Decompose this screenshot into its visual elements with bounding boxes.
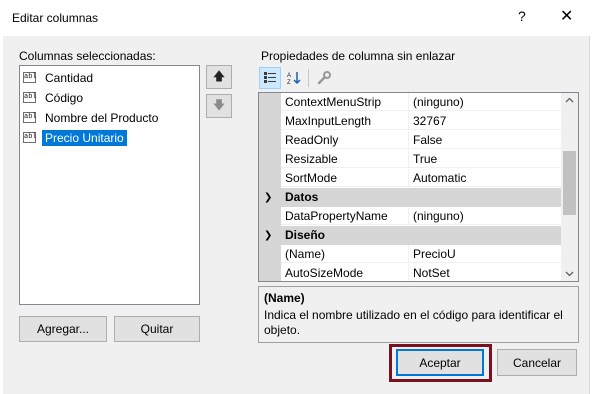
list-item-label: Precio Unitario (42, 129, 127, 146)
category-label: Datos (285, 190, 319, 204)
property-value[interactable]: Automatic (409, 169, 561, 187)
add-button-label: Agregar... (36, 322, 90, 336)
grid-row[interactable]: Resizable True (259, 150, 561, 169)
grid-gutter (259, 93, 281, 112)
list-item-label: Nombre del Producto (45, 110, 159, 125)
wrench-glyph (317, 71, 331, 85)
property-name: (Name) (281, 245, 409, 263)
scrollbar-thumb[interactable] (563, 151, 576, 215)
property-value[interactable]: False (409, 131, 561, 149)
cancel-button-label: Cancelar (512, 355, 562, 370)
textbox-column-icon: abl (23, 92, 37, 103)
move-down-button[interactable]: 🡇 (206, 94, 232, 118)
collapse-chevron-icon[interactable]: ❯ (264, 226, 272, 245)
property-name: AutoSizeMode (281, 264, 409, 281)
property-grid[interactable]: ContextMenuStrip (ninguno) MaxInputLengt… (258, 92, 579, 282)
list-item-nombre-producto[interactable]: abl Nombre del Producto (23, 108, 161, 127)
property-name: MaxInputLength (281, 112, 409, 130)
background-window-edge-right (589, 36, 597, 394)
ok-button-label: Aceptar (419, 355, 461, 370)
grid-gutter (259, 112, 281, 131)
toolbar-separator (308, 69, 309, 87)
categorized-glyph (264, 72, 276, 83)
grid-row[interactable]: ReadOnly False (259, 131, 561, 150)
cancel-button[interactable]: Cancelar (497, 349, 577, 376)
grid-gutter (259, 169, 281, 188)
list-item-codigo[interactable]: abl Código (23, 88, 86, 107)
grid-row[interactable]: MaxInputLength 32767 (259, 112, 561, 131)
grid-row[interactable]: DataPropertyName (ninguno) (259, 207, 561, 226)
scroll-down-icon[interactable] (565, 271, 574, 277)
textbox-column-icon: abl (23, 132, 37, 143)
property-value[interactable]: True (409, 150, 561, 168)
property-value[interactable]: PrecioU (409, 245, 561, 263)
grid-row[interactable]: AutoSizeMode NotSet (259, 264, 561, 281)
unbound-properties-label: Propiedades de columna sin enlazar (261, 49, 456, 63)
property-pages-icon[interactable] (313, 67, 335, 89)
grid-gutter (259, 131, 281, 150)
description-text: Indica el nombre utilizado en el código … (264, 308, 563, 337)
grid-gutter (259, 150, 281, 169)
alphabetical-icon[interactable]: A Z (283, 67, 305, 89)
categorized-icon[interactable] (259, 67, 281, 89)
grid-row[interactable]: ContextMenuStrip (ninguno) (259, 93, 561, 112)
category-label: Diseño (285, 228, 326, 242)
remove-button-label: Quitar (140, 322, 174, 336)
grid-gutter (259, 207, 281, 226)
property-value[interactable]: 32767 (409, 112, 561, 130)
property-name: SortMode (281, 169, 409, 187)
grid-row[interactable]: SortMode Automatic (259, 169, 561, 188)
alphabetical-glyph: A Z (287, 72, 301, 85)
list-item-label: Código (45, 90, 84, 105)
collapse-chevron-icon[interactable]: ❯ (264, 188, 272, 207)
property-name: ContextMenuStrip (281, 93, 409, 111)
property-name: Resizable (281, 150, 409, 168)
property-value[interactable]: NotSet (409, 264, 561, 281)
arrow-down-icon: 🡇 (212, 97, 226, 112)
description-title: (Name) (264, 291, 305, 305)
list-item-label: Cantidad (45, 70, 94, 85)
scroll-up-icon[interactable] (565, 97, 574, 103)
category-diseno[interactable]: ❯ Diseño (259, 226, 561, 245)
category-datos[interactable]: ❯ Datos (259, 188, 561, 207)
arrow-up-icon: 🡅 (212, 68, 226, 83)
property-name: DataPropertyName (281, 207, 409, 225)
textbox-column-icon: abl (23, 112, 37, 123)
grid-scrollbar[interactable] (561, 93, 578, 281)
textbox-column-icon: abl (23, 72, 37, 83)
add-button[interactable]: Agregar... (19, 316, 107, 342)
grid-gutter (259, 245, 281, 264)
ok-button[interactable]: Aceptar (396, 349, 484, 376)
list-item-precio-unitario[interactable]: abl Precio Unitario (23, 128, 127, 147)
background-window-edge (0, 36, 3, 394)
property-name: ReadOnly (281, 131, 409, 149)
grid-gutter (259, 264, 281, 281)
help-button[interactable]: ? (518, 8, 526, 24)
close-button[interactable]: ✕ (560, 6, 573, 26)
list-item-cantidad[interactable]: abl Cantidad (23, 68, 96, 87)
selected-columns-label: Columnas seleccionadas: (19, 49, 156, 63)
dialog-title: Editar columnas (12, 11, 99, 25)
selected-columns-list[interactable]: abl Cantidad abl Código abl Nombre del P… (19, 65, 200, 305)
remove-button[interactable]: Quitar (114, 316, 200, 342)
property-value[interactable]: (ninguno) (409, 93, 561, 111)
move-up-button[interactable]: 🡅 (206, 65, 232, 89)
svg-text:A: A (287, 73, 291, 79)
description-pane: (Name) Indica el nombre utilizado en el … (258, 286, 579, 343)
property-value[interactable]: (ninguno) (409, 207, 561, 225)
svg-text:Z: Z (287, 80, 291, 85)
grid-row[interactable]: (Name) PrecioU (259, 245, 561, 264)
